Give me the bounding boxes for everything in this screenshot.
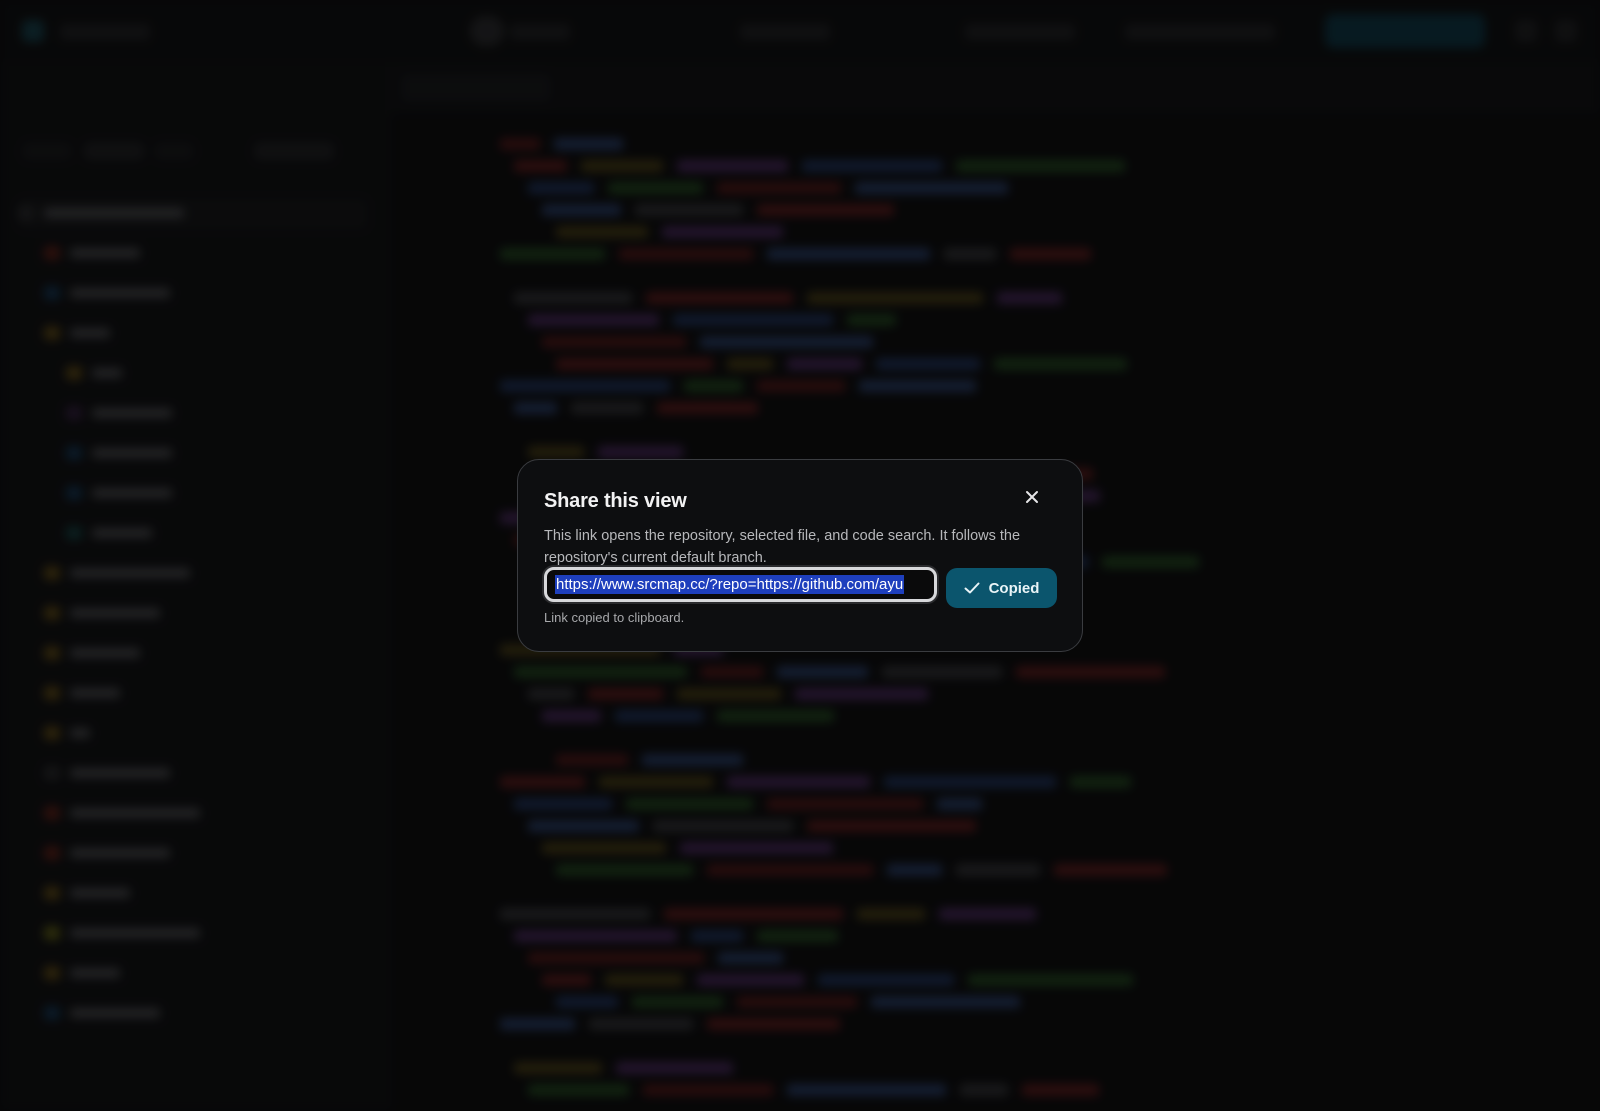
share-url-text[interactable]: https://www.srcmap.cc/?repo=https://gith… (555, 575, 905, 594)
copy-status-message: Link copied to clipboard. (544, 610, 685, 625)
share-dialog: Share this view This link opens the repo… (517, 459, 1083, 652)
close-icon (1026, 491, 1038, 503)
copy-link-button[interactable]: Copied (946, 568, 1057, 608)
close-button[interactable] (1018, 483, 1046, 511)
copy-button-label: Copied (988, 579, 1040, 597)
share-url-field[interactable]: https://www.srcmap.cc/?repo=https://gith… (544, 567, 937, 602)
dialog-description: This link opens the repository, selected… (544, 528, 1021, 566)
check-icon (964, 582, 980, 594)
dialog-title: Share this view (544, 490, 687, 512)
